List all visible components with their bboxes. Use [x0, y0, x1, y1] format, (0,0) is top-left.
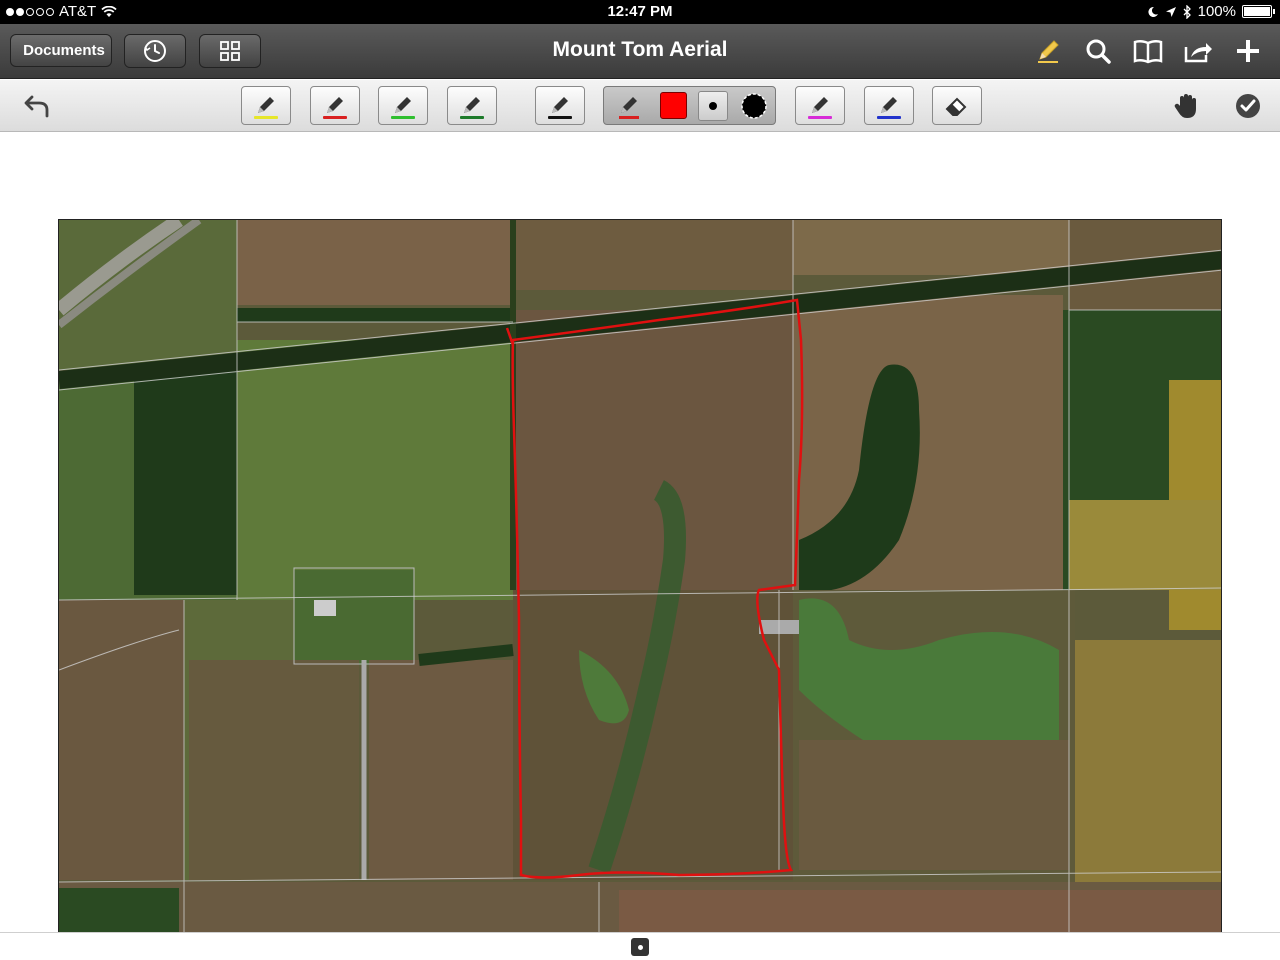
- small-dot-icon: [709, 101, 717, 110]
- page-divider: [0, 932, 1280, 933]
- annotation-toolbar: [0, 80, 1280, 132]
- eraser-icon: [945, 97, 967, 116]
- location-icon: [1165, 6, 1176, 17]
- color-swatch-button[interactable]: [657, 90, 689, 121]
- battery-percent: 100%: [1197, 3, 1236, 20]
- pen-color-indicator: [877, 116, 901, 119]
- pen-color-indicator: [548, 116, 572, 119]
- hand-icon: [1174, 94, 1196, 118]
- pen-green-tool[interactable]: [378, 86, 428, 125]
- pen-icon: [812, 96, 828, 113]
- pen-blue-tool[interactable]: [864, 86, 914, 125]
- search-icon: [1086, 39, 1111, 64]
- large-dot-icon: [741, 92, 767, 119]
- pen-icon: [464, 96, 480, 113]
- pen-color-indicator: [808, 116, 832, 119]
- pan-button[interactable]: [1171, 92, 1201, 120]
- active-pen-tool[interactable]: [610, 90, 648, 121]
- pen-icon: [881, 96, 897, 113]
- thin-stroke-indicator: [698, 90, 728, 121]
- share-icon: [1184, 43, 1212, 63]
- aerial-map-image[interactable]: [58, 219, 1222, 933]
- aerial-map-canvas: [59, 220, 1221, 932]
- thumbnails-button[interactable]: [199, 34, 261, 68]
- pen-red-tool[interactable]: [310, 86, 360, 125]
- pen-icon: [258, 96, 274, 113]
- eraser-tool[interactable]: [932, 86, 982, 125]
- book-icon: [1133, 39, 1163, 64]
- pen-color-indicator: [460, 116, 484, 119]
- pen-icon: [619, 96, 639, 119]
- share-button[interactable]: [1182, 36, 1214, 66]
- plus-icon: [1237, 40, 1259, 62]
- pencil-icon: [1038, 40, 1059, 63]
- pen-black-tool[interactable]: [535, 86, 585, 125]
- color-swatch: [659, 92, 687, 119]
- moon-icon: [1148, 6, 1158, 17]
- pen-magenta-tool[interactable]: [795, 86, 845, 125]
- undo-icon: [24, 95, 49, 118]
- status-bar: AT&T 12:47 PM 100%: [0, 0, 1280, 24]
- pen-icon: [552, 96, 568, 113]
- clock-icon: [144, 40, 166, 62]
- page-dot-icon: [637, 944, 643, 950]
- battery-icon: [1242, 5, 1275, 18]
- thin-stroke-button[interactable]: [696, 90, 730, 121]
- annotate-button[interactable]: [1032, 36, 1064, 66]
- history-button[interactable]: [124, 34, 186, 68]
- checkmark-icon: [1236, 94, 1260, 118]
- active-pen-settings: [603, 86, 776, 125]
- grid-icon: [220, 41, 240, 61]
- pen-color-indicator: [254, 116, 278, 119]
- bookmarks-button[interactable]: [1132, 36, 1164, 66]
- clock-label: 12:47 PM: [607, 3, 673, 20]
- pen-icon: [395, 96, 411, 113]
- bluetooth-icon: [1183, 4, 1191, 19]
- add-button[interactable]: [1232, 36, 1264, 66]
- status-right: 100%: [1147, 3, 1275, 20]
- page-indicator[interactable]: [631, 938, 649, 956]
- pen-color-indicator: [323, 116, 347, 119]
- thick-stroke-button[interactable]: [736, 90, 772, 121]
- highlighter-yellow-tool[interactable]: [241, 86, 291, 125]
- pen-icon: [327, 96, 343, 113]
- documents-back-label: Documents: [23, 42, 105, 59]
- undo-button[interactable]: [22, 92, 52, 120]
- pen-color-indicator: [391, 116, 415, 119]
- pen-dark-green-tool[interactable]: [447, 86, 497, 125]
- search-button[interactable]: [1082, 36, 1114, 66]
- done-button[interactable]: [1233, 92, 1263, 120]
- navigation-bar: Documents Mount Tom Aerial: [0, 24, 1280, 79]
- documents-back-button[interactable]: Documents: [10, 34, 112, 67]
